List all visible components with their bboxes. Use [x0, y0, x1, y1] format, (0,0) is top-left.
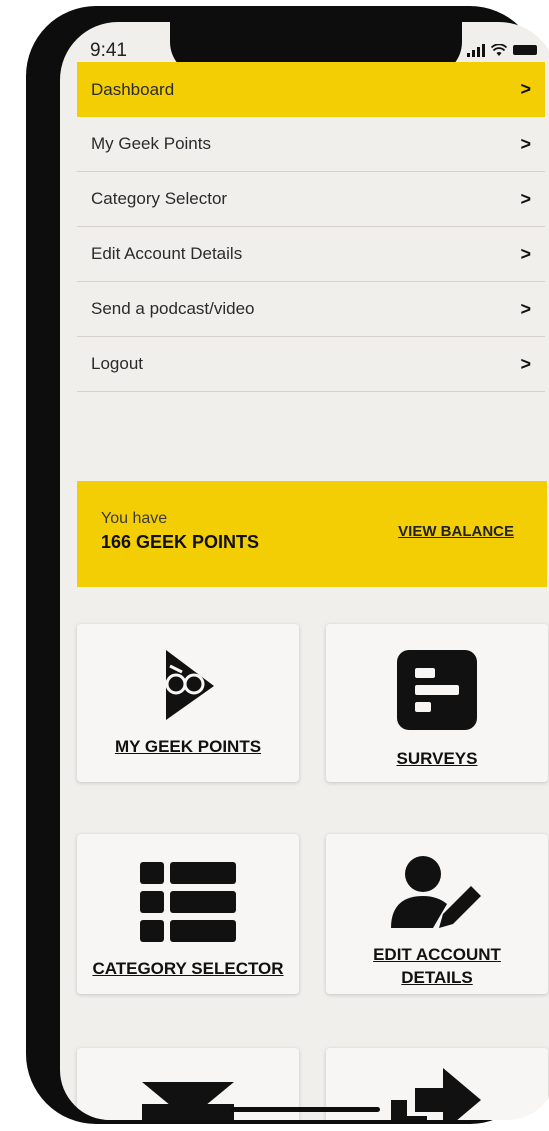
tile-label-line2: DETAILS — [401, 968, 473, 987]
tile-surveys[interactable]: SURVEYS — [326, 624, 548, 782]
tile-label: SURVEYS — [396, 749, 478, 768]
survey-icon — [397, 650, 477, 730]
menu-item-label: Send a podcast/video — [91, 299, 255, 318]
menu-item-edit-account[interactable]: Edit Account Details > — [77, 227, 545, 282]
menu-item-send-podcast[interactable]: Send a podcast/video > — [77, 282, 545, 337]
menu-item-dashboard[interactable]: Dashboard > — [77, 62, 545, 117]
chevron-right-icon: > — [520, 133, 531, 154]
list-icon — [140, 862, 236, 942]
battery-icon — [513, 45, 537, 55]
menu-item-category-selector[interactable]: Category Selector > — [77, 172, 545, 227]
menu-item-logout[interactable]: Logout > — [77, 337, 545, 392]
status-icons — [467, 43, 537, 57]
tile-label-line1: EDIT ACCOUNT — [373, 945, 501, 964]
tile-category-selector[interactable]: CATEGORY SELECTOR — [77, 834, 299, 994]
chevron-right-icon: > — [520, 298, 531, 319]
wifi-icon — [491, 44, 507, 56]
arrow-right-icon — [391, 1068, 481, 1120]
chevron-right-icon: > — [520, 188, 531, 209]
chevron-right-icon: > — [520, 79, 531, 99]
chevron-right-icon: > — [520, 353, 531, 374]
status-time: 9:41 — [90, 40, 127, 61]
phone-frame: 9:41 Dashboard > My Geek Points > Catego… — [26, 6, 549, 1124]
tile-label: MY GEEK POINTS — [114, 737, 262, 756]
view-balance-link[interactable]: VIEW BALANCE — [398, 523, 514, 540]
menu-item-label: Category Selector — [91, 189, 228, 208]
side-menu: Dashboard > My Geek Points > Category Se… — [77, 62, 545, 392]
tile-edit-account-details[interactable]: EDIT ACCOUNT DETAILS — [326, 834, 548, 994]
play-glasses-icon — [165, 650, 214, 720]
points-prefix: You have — [101, 510, 168, 527]
menu-item-label: Edit Account Details — [91, 244, 243, 263]
points-banner: You have 166 GEEK POINTS VIEW BALANCE — [77, 481, 547, 587]
user-edit-icon — [391, 856, 481, 928]
menu-item-my-geek-points[interactable]: My Geek Points > — [77, 117, 545, 172]
menu-item-label: Logout — [91, 354, 143, 373]
home-indicator[interactable] — [230, 1107, 380, 1112]
chevron-right-icon: > — [520, 243, 531, 264]
points-value: 166 GEEK POINTS — [101, 532, 260, 552]
menu-item-label: My Geek Points — [91, 134, 211, 153]
screen: 9:41 Dashboard > My Geek Points > Catego… — [60, 22, 549, 1120]
tile-my-geek-points[interactable]: MY GEEK POINTS — [77, 624, 299, 782]
signal-icon — [467, 43, 485, 57]
envelope-icon — [142, 1082, 234, 1120]
tile-label: CATEGORY SELECTOR — [92, 959, 284, 978]
menu-item-label: Dashboard — [91, 79, 175, 99]
